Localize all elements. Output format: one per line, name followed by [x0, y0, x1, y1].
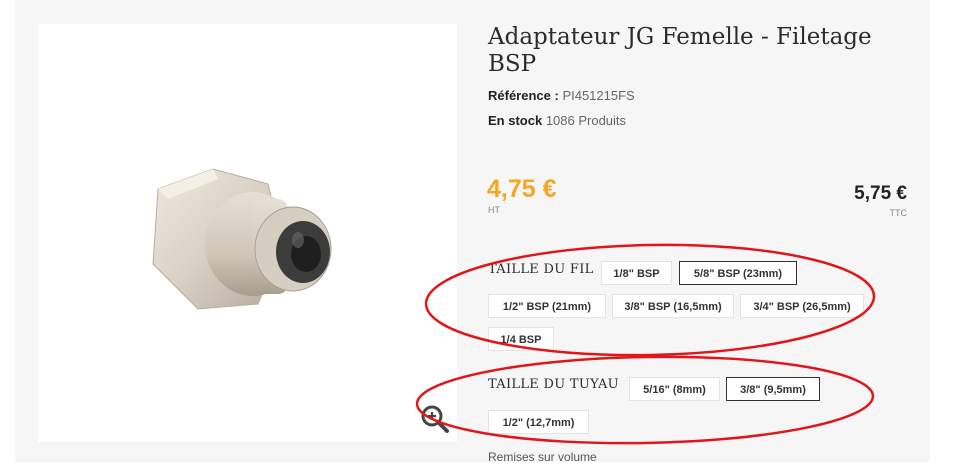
option-fil-3-8-bsp[interactable]: 3/8" BSP (16,5mm): [612, 294, 734, 318]
price-ht-label: HT: [488, 205, 500, 215]
product-image-box: [38, 24, 457, 442]
option-fil-3-4-bsp[interactable]: 3/4" BSP (26,5mm): [740, 294, 864, 318]
price-ht: 4,75 €: [487, 175, 557, 203]
reference-value: PI451215FS: [562, 88, 635, 103]
stock-label: En stock: [488, 113, 543, 128]
reference-label: Référence :: [488, 88, 559, 103]
zoom-in-icon[interactable]: [418, 402, 452, 436]
option-fil-1-8-bsp[interactable]: 1/8" BSP: [601, 261, 672, 285]
product-image: [152, 168, 332, 310]
option-tuyau-3-8[interactable]: 3/8" (9,5mm): [726, 377, 820, 401]
option-fil-1-4-bsp[interactable]: 1/4 BSP: [488, 327, 554, 351]
option-fil-1-2-bsp[interactable]: 1/2" BSP (21mm): [488, 294, 606, 318]
product-title: Adaptateur JG Femelle - Filetage BSP: [488, 24, 872, 77]
stock-status: En stock 1086 Produits: [488, 113, 626, 128]
option-label-taille-du-fil: TAILLE DU FIL: [488, 262, 594, 277]
option-label-taille-du-tuyau: TAILLE DU TUYAU: [488, 377, 619, 392]
option-tuyau-5-16[interactable]: 5/16" (8mm): [629, 377, 720, 401]
price-ttc: 5,75 €: [854, 183, 907, 204]
product-reference: Référence : PI451215FS: [488, 88, 635, 103]
option-fil-5-8-bsp[interactable]: 5/8" BSP (23mm): [679, 261, 797, 285]
stock-value: 1086 Produits: [545, 113, 627, 128]
option-tuyau-1-2[interactable]: 1/2" (12,7mm): [488, 410, 589, 434]
price-ttc-label: TTC: [889, 208, 908, 218]
